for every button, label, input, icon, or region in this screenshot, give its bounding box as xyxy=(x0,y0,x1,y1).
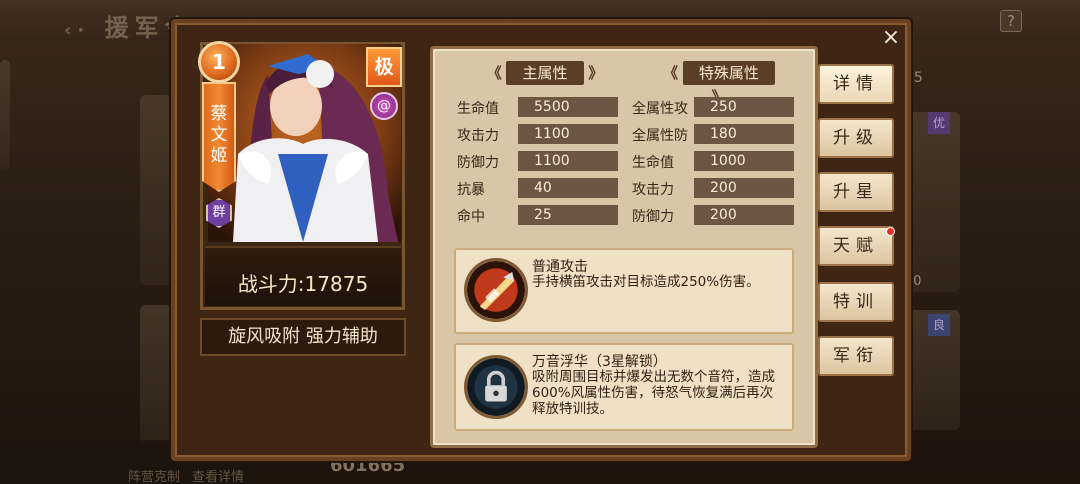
tab-details[interactable]: 详情 xyxy=(818,64,894,104)
skill-description: 手持横笛攻击对目标造成250%伤害。 xyxy=(532,274,760,290)
tab-talent[interactable]: 天赋 xyxy=(818,226,894,266)
special-stat-label: 全属性攻 xyxy=(632,101,688,117)
main-stat-label: 抗暴 xyxy=(457,182,485,198)
hero-name-char-1: 蔡 xyxy=(210,104,228,124)
main-stat-value: 40 xyxy=(518,178,618,198)
skill-name: 万音浮华（3星解锁） xyxy=(532,354,667,370)
special-stat-label: 攻击力 xyxy=(632,182,674,198)
special-stat-value: 200 xyxy=(694,178,794,198)
left-arrows-icon: 《 xyxy=(486,64,502,82)
background-badge-mid: 良 xyxy=(928,314,950,336)
hero-name: 蔡 文 姬 xyxy=(202,104,236,167)
main-stat-value: 25 xyxy=(518,205,618,225)
close-icon[interactable]: × xyxy=(878,26,904,52)
flute-strike-icon xyxy=(464,258,528,322)
special-stat-label: 生命值 xyxy=(632,155,674,171)
special-stat-value: 200 xyxy=(694,205,794,225)
main-stat-label: 防御力 xyxy=(457,155,499,171)
special-stat-value: 1000 xyxy=(694,151,794,171)
special-stat-label: 全属性防 xyxy=(632,128,688,144)
main-stat-label: 生命值 xyxy=(457,101,499,117)
special-attr-header: 《 特殊属性 》 xyxy=(654,61,784,106)
special-attr-title: 特殊属性 xyxy=(682,61,775,85)
main-attr-title: 主属性 xyxy=(506,61,584,85)
tab-training[interactable]: 特训 xyxy=(818,282,894,322)
help-icon[interactable]: ? xyxy=(1000,10,1022,32)
bottom-label-counter[interactable]: 阵营克制 xyxy=(128,466,180,484)
background-card-right xyxy=(905,112,960,292)
background-badge-top: 优 xyxy=(928,112,950,134)
back-arrow-icon: ‹· xyxy=(64,20,91,41)
hero-name-char-3: 姬 xyxy=(210,146,228,166)
tab-star-up[interactable]: 升星 xyxy=(818,172,894,212)
tab-upgrade[interactable]: 升级 xyxy=(818,118,894,158)
skill-card-normal-attack[interactable]: 普通攻击 手持横笛攻击对目标造成250%伤害。 xyxy=(454,248,794,334)
right-arrows-icon: 》 xyxy=(588,64,604,82)
left-arrows-icon: 《 xyxy=(663,64,679,82)
combat-power: 战斗力:17875 xyxy=(237,272,369,296)
skill-name: 普通攻击 xyxy=(532,259,588,275)
background-card-left-2 xyxy=(140,305,172,445)
main-stat-value: 1100 xyxy=(518,124,618,144)
main-stat-label: 攻击力 xyxy=(457,128,499,144)
special-stat-value: 250 xyxy=(694,97,794,117)
main-stat-value: 1100 xyxy=(518,151,618,171)
grade-badge: 极 xyxy=(366,47,402,87)
background-left-edge xyxy=(0,60,10,170)
main-stat-label: 命中 xyxy=(457,209,485,225)
hero-tags: 旋风吸附 强力辅助 xyxy=(200,318,406,356)
lock-icon xyxy=(464,355,528,419)
tab-military-rank[interactable]: 军衔 xyxy=(818,336,894,376)
skill-description: 吸附周围目标并爆发出无数个音符，造成600%风属性伤害，待怒气恢复满后再次释放特… xyxy=(532,369,775,417)
background-card-left xyxy=(140,95,172,285)
hero-name-char-2: 文 xyxy=(210,125,228,145)
special-stat-label: 防御力 xyxy=(632,209,674,225)
skill-card-special[interactable]: 万音浮华（3星解锁） 吸附周围目标并爆发出无数个音符，造成600%风属性伤害，待… xyxy=(454,343,794,431)
special-stat-value: 180 xyxy=(694,124,794,144)
main-attr-header: 《 主属性 》 xyxy=(480,61,610,85)
notification-dot xyxy=(886,227,895,236)
bottom-label-details[interactable]: 查看详情 xyxy=(192,466,244,484)
wind-swirl-icon: @ xyxy=(370,92,398,120)
level-badge: 1 xyxy=(198,41,240,83)
main-stat-value: 5500 xyxy=(518,97,618,117)
